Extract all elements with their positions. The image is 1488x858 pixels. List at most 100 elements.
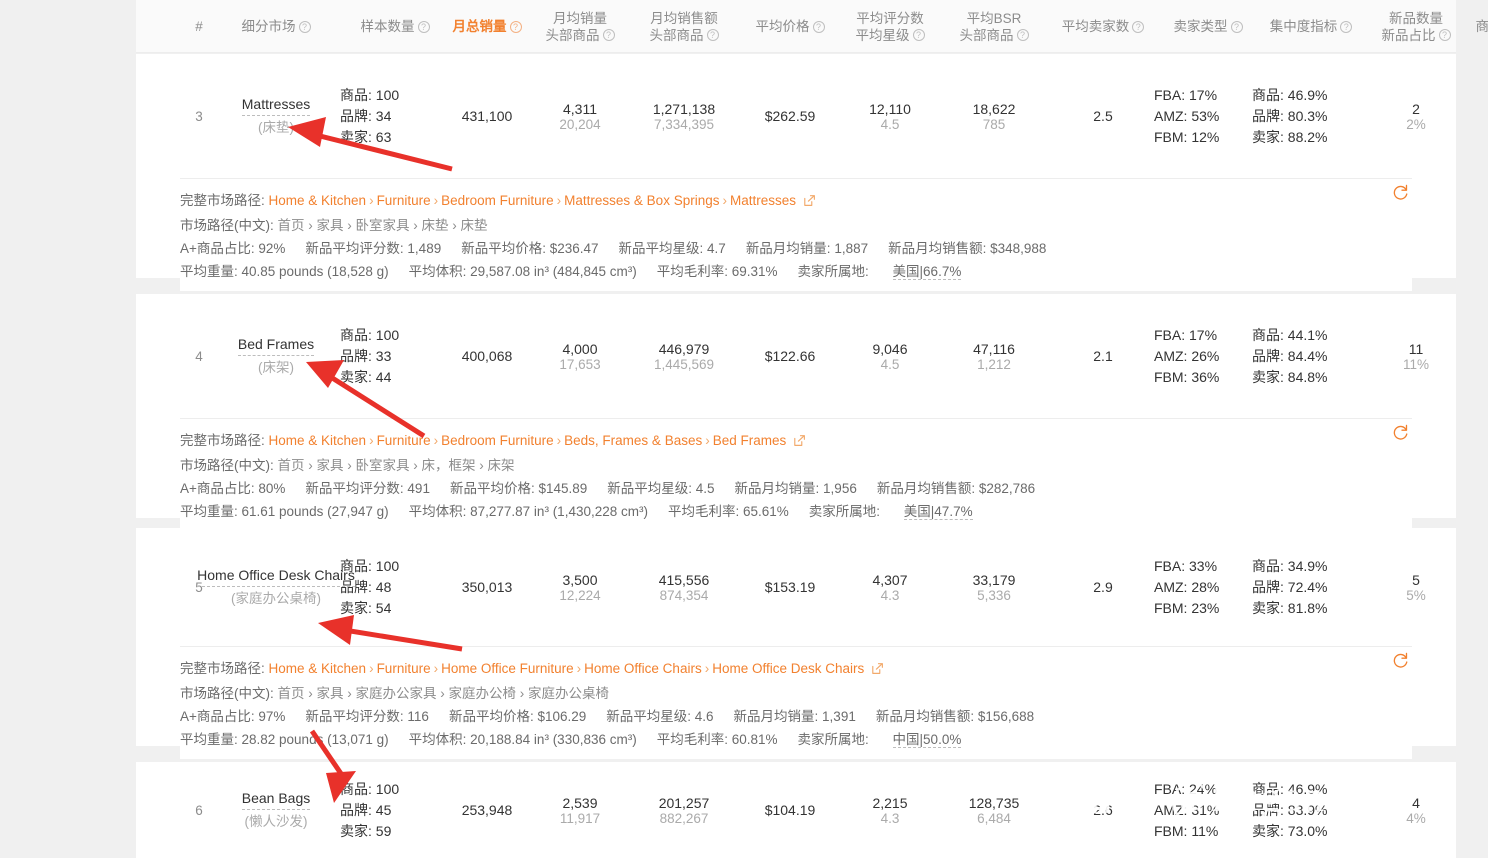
crumb-link[interactable]: Home & Kitchen (269, 433, 367, 448)
detail-seller-origin-value[interactable]: 美国|66.7% (893, 264, 962, 280)
seller-type-list: FBA: 17%AMZ: 26%FBM: 36% (1154, 325, 1219, 388)
detail-cn-path-label: 市场路径(中文): (180, 458, 278, 473)
monthly-total-sales: 253,948 (432, 762, 542, 858)
avg-price-value: $122.66 (765, 348, 816, 364)
crumb-link[interactable]: Home & Kitchen (269, 193, 367, 208)
detail-full-path-label: 完整市场路径: (180, 661, 269, 676)
sample-sellers: 卖家: 44 (340, 367, 399, 388)
avg-reviews: 2,2154.3 (836, 762, 944, 858)
avg-price-value: $262.59 (765, 108, 816, 124)
new-product-cell: 22% (1368, 54, 1464, 178)
detail-seller-origin: 卖家所属地: 中国|50.0% (798, 732, 982, 747)
detail-new-revenue: 新品月均销售额: $348,988 (888, 241, 1046, 256)
total-products: 2,921 (1458, 294, 1488, 418)
detail-avg-volume: 平均体积: 29,587.08 in³ (484,845 cm³) (409, 264, 637, 279)
column-header-line: 平均卖家数? (1062, 18, 1145, 35)
crumb-separator: › (434, 661, 439, 676)
column-header-5: 月均销售额头部商品? (628, 0, 740, 53)
help-icon[interactable]: ? (1340, 21, 1352, 33)
help-icon[interactable]: ? (418, 21, 430, 33)
help-icon[interactable]: ? (813, 21, 825, 33)
detail-new-product-stats: A+商品占比: 97%新品平均评分数: 116新品平均价格: $106.29新品… (180, 705, 1412, 728)
help-icon[interactable]: ? (510, 21, 522, 33)
crumb-link[interactable]: Mattresses (730, 193, 796, 208)
crumb-link[interactable]: Bed Frames (713, 433, 787, 448)
column-header-text: 新品占比 (1382, 27, 1436, 44)
market-name-en[interactable]: Home Office Desk Chairs (197, 565, 355, 587)
market-row: 3Mattresses(床垫)商品: 100品牌: 34卖家: 63431,10… (136, 54, 1456, 178)
crumb-separator: › (369, 433, 374, 448)
help-icon[interactable]: ? (1132, 21, 1144, 33)
avg-reviews-value: 2,215 (872, 795, 907, 811)
detail-new-revenue: 新品月均销售额: $282,786 (877, 481, 1035, 496)
sample-sellers: 卖家: 59 (340, 821, 399, 842)
row-rank: 6 (188, 762, 210, 858)
crumb-link[interactable]: Beds, Frames & Bases (564, 433, 702, 448)
detail-new-price: 新品平均价格: $106.29 (449, 709, 586, 724)
column-header-text: 头部商品 (960, 27, 1014, 44)
detail-full-path-line: 完整市场路径: Home & Kitchen›Furniture›Bedroom… (180, 189, 1412, 214)
concentration-sellers: 卖家: 73.0% (1252, 821, 1327, 842)
seller-type-fbm: FBM: 12% (1154, 127, 1219, 148)
avg-bsr: 33,1795,336 (940, 528, 1048, 646)
help-icon[interactable]: ? (913, 29, 925, 41)
crumb-link[interactable]: Furniture (377, 433, 431, 448)
crumb-link[interactable]: Bedroom Furniture (441, 433, 554, 448)
column-header-line: 月均销量 (553, 10, 607, 27)
column-header-12: 新品数量新品占比? (1368, 0, 1464, 53)
market-row: 6Bean Bags(懒人沙发)商品: 100品牌: 45卖家: 59253,9… (136, 762, 1456, 858)
seller-type-amz: AMZ: 26% (1154, 346, 1219, 367)
detail-full-path-line: 完整市场路径: Home & Kitchen›Furniture›Bedroom… (180, 429, 1412, 454)
avg-price: $104.19 (740, 762, 840, 858)
detail-seller-origin-value[interactable]: 中国|50.0% (893, 732, 962, 748)
crumb-link[interactable]: Furniture (377, 193, 431, 208)
seller-type-fbm: FBM: 23% (1154, 598, 1219, 619)
column-header-9: 平均卖家数? (1044, 0, 1162, 53)
row-rank-value: 4 (195, 349, 203, 364)
row-rank: 4 (188, 294, 210, 418)
seller-type-fbm: FBM: 11% (1154, 821, 1219, 842)
avg-price: $262.59 (740, 54, 840, 178)
crumb-link[interactable]: Furniture (377, 661, 431, 676)
seller-type-amz: AMZ: 28% (1154, 577, 1219, 598)
crumb-link[interactable]: Bedroom Furniture (441, 193, 554, 208)
concentration-list: 商品: 34.9%品牌: 72.4%卖家: 81.8% (1252, 556, 1327, 619)
help-icon[interactable]: ? (1017, 29, 1029, 41)
avg-seller-count-value: 2.6 (1093, 802, 1112, 818)
refresh-icon[interactable] (1391, 423, 1410, 442)
refresh-icon[interactable] (1391, 183, 1410, 202)
avg-bsr: 18,622785 (940, 54, 1048, 178)
detail-seller-origin-value[interactable]: 美国|47.7% (904, 504, 973, 520)
concentration-sellers: 卖家: 81.8% (1252, 598, 1327, 619)
external-link-icon[interactable] (803, 195, 816, 210)
detail-cn-path-value: 首页 › 家具 › 卧室家具 › 床垫 › 床垫 (278, 218, 488, 233)
avg-price: $122.66 (740, 294, 840, 418)
help-icon[interactable]: ? (1439, 29, 1451, 41)
crumb-link[interactable]: Home Office Furniture (441, 661, 574, 676)
detail-physical-stats: 平均重量: 40.85 pounds (18,528 g)平均体积: 29,58… (180, 260, 1412, 283)
monthly-total-sales-value: 431,100 (462, 108, 513, 124)
new-product-count: 11 (1409, 341, 1424, 357)
help-icon[interactable]: ? (299, 21, 311, 33)
crumb-link[interactable]: Mattresses & Box Springs (564, 193, 719, 208)
crumb-link[interactable]: Home Office Desk Chairs (712, 661, 864, 676)
market-name-en[interactable]: Bean Bags (242, 788, 311, 810)
total-products: 987 (1458, 762, 1488, 858)
detail-new-sales: 新品月均销量: 1,956 (735, 481, 857, 496)
external-link-icon[interactable] (871, 663, 884, 678)
avg-monthly-revenue-top-value: 882,267 (660, 811, 709, 826)
crumb-separator: › (434, 193, 439, 208)
help-icon[interactable]: ? (603, 29, 615, 41)
external-link-icon[interactable] (793, 435, 806, 450)
refresh-icon[interactable] (1391, 651, 1410, 670)
help-icon[interactable]: ? (707, 29, 719, 41)
detail-full-path-label: 完整市场路径: (180, 193, 269, 208)
detail-avg-weight: 平均重量: 28.82 pounds (13,071 g) (180, 732, 389, 747)
crumb-link[interactable]: Home & Kitchen (269, 661, 367, 676)
market-name-cn: (床架) (258, 358, 294, 378)
market-name-en[interactable]: Mattresses (242, 94, 310, 116)
detail-avg-volume: 平均体积: 87,277.87 in³ (1,430,228 cm³) (409, 504, 648, 519)
help-icon[interactable]: ? (1231, 21, 1243, 33)
crumb-link[interactable]: Home Office Chairs (584, 661, 702, 676)
market-name-en[interactable]: Bed Frames (238, 334, 314, 356)
